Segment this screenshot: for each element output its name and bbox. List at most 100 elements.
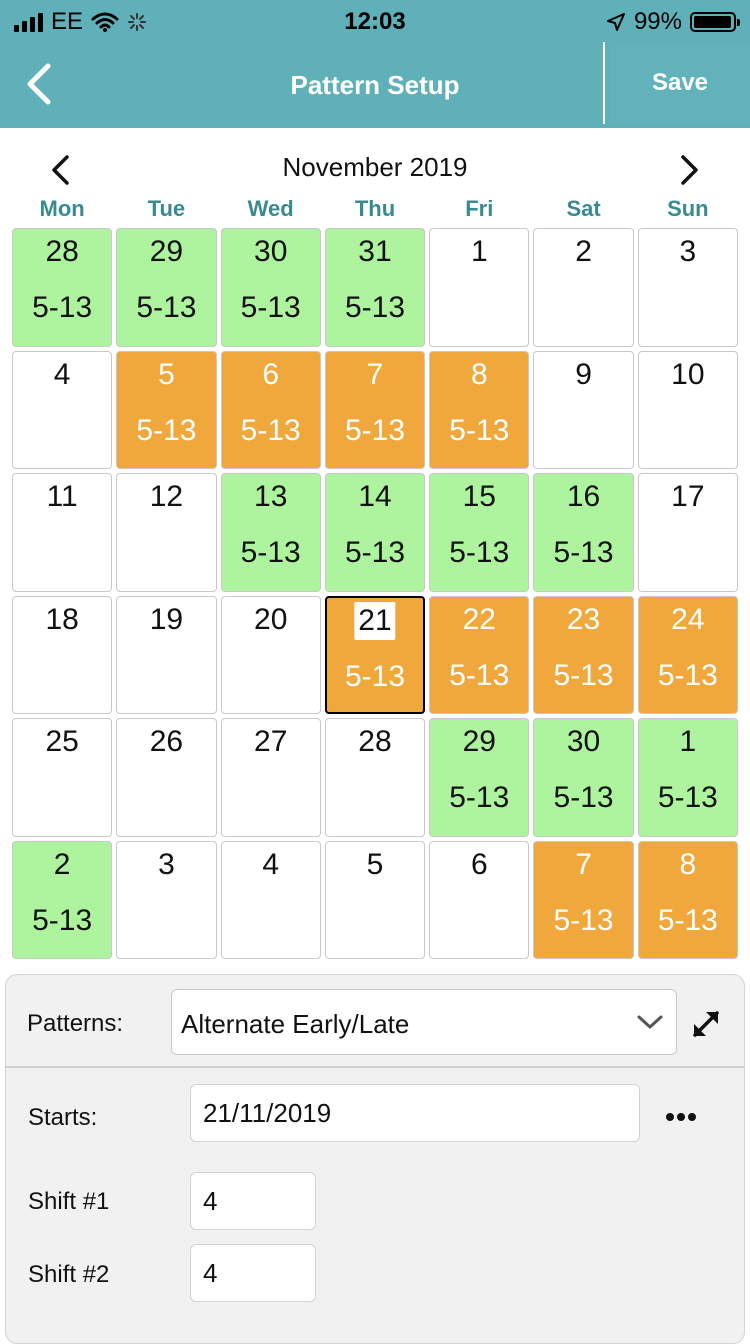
weekday-label: Tue [147, 196, 186, 221]
weekday-label: Fri [465, 196, 494, 221]
day-number: 24 [671, 602, 705, 636]
day-number: 2 [53, 847, 71, 881]
shift-label: 5-13 [344, 291, 406, 324]
calendar-day[interactable]: 18 [12, 595, 113, 714]
weekday-label: Sat [566, 196, 601, 221]
calendar-day[interactable]: 28 5-13 [12, 228, 113, 347]
day-number: 17 [671, 480, 705, 513]
day-number: 29 [149, 235, 184, 268]
shift-label: 5-13 [344, 659, 406, 693]
calendar-day[interactable]: 2 5-13 [12, 840, 113, 959]
day-number: 6 [470, 847, 488, 881]
calendar-day[interactable]: 1 5-13 [637, 718, 738, 837]
chevron-down-icon [637, 1015, 663, 1029]
calendar-day[interactable]: 2 [533, 228, 634, 347]
weekday-label: Thu [354, 196, 396, 221]
calendar-day[interactable]: 20 [220, 595, 321, 714]
day-number: 28 [358, 725, 392, 758]
day-number: 15 [462, 480, 496, 513]
calendar-day[interactable]: 10 [637, 350, 738, 469]
weekday-label: Mon [39, 196, 85, 221]
shift-label: 5-13 [240, 536, 301, 569]
more-options-button[interactable] [664, 1110, 698, 1124]
more-icon [666, 1113, 696, 1121]
calendar-day[interactable]: 6 [429, 840, 530, 959]
shift-label: 5-13 [657, 658, 718, 692]
next-month-button[interactable] [674, 154, 704, 186]
shift-label: 5-13 [240, 413, 301, 447]
shift-label: 5-13 [553, 781, 614, 814]
calendar-day[interactable]: 4 [220, 840, 321, 959]
day-number: 21 [354, 601, 396, 640]
calendar-day[interactable]: 11 [12, 473, 113, 592]
day-number: 13 [254, 480, 288, 513]
day-number: 8 [679, 847, 697, 881]
day-number: 12 [149, 480, 184, 513]
day-number: 1 [470, 235, 488, 268]
calendar-day-selected[interactable]: 21 5-13 [324, 595, 426, 714]
calendar-day[interactable]: 4 [12, 350, 113, 469]
day-number: 28 [45, 235, 79, 268]
calendar-day[interactable]: 7 5-13 [533, 840, 634, 959]
calendar-day[interactable]: 30 5-13 [220, 228, 321, 347]
day-number: 20 [254, 602, 288, 636]
shift-label: 5-13 [449, 536, 510, 569]
day-number: 25 [45, 725, 79, 758]
expand-icon [693, 1011, 719, 1037]
calendar-grid: 28 5-13 29 5-13 30 5-13 31 5-13 1 2 3 4 5 5-13 6 5-13 7 5… [10, 226, 740, 961]
shift-label: 5-13 [449, 658, 510, 692]
shift-label: 5-13 [657, 781, 718, 814]
calendar-day[interactable]: 5 [324, 840, 426, 959]
save-button[interactable]: Save [610, 42, 750, 124]
day-number: 22 [462, 602, 496, 636]
day-number: 3 [158, 847, 175, 881]
shift-label: 5-13 [449, 413, 510, 447]
patterns-label: Patterns: [27, 1010, 124, 1037]
shift-label: 5-13 [553, 658, 614, 692]
calendar-day[interactable]: 7 5-13 [324, 350, 426, 469]
day-number: 5 [366, 847, 384, 881]
day-number: 4 [53, 357, 71, 391]
day-number: 26 [149, 725, 184, 758]
calendar-day[interactable]: 22 5-13 [429, 595, 530, 714]
shift-label: 5-13 [136, 413, 197, 447]
battery-percent: 99% [633, 8, 682, 35]
calendar-day[interactable]: 3 [637, 228, 738, 347]
day-number: 14 [358, 480, 392, 513]
calendar-day[interactable]: 3 [116, 840, 217, 959]
calendar-day[interactable]: 9 [533, 350, 634, 469]
day-number: 11 [46, 480, 78, 513]
panel-divider [5, 1066, 745, 1068]
calendar-day[interactable]: 19 [116, 595, 217, 714]
calendar-day[interactable]: 6 5-13 [220, 350, 321, 469]
day-number: 2 [575, 235, 592, 268]
shift1-field[interactable] [190, 1172, 316, 1230]
calendar-day[interactable]: 1 [429, 228, 530, 347]
calendar-day[interactable]: 13 5-13 [220, 473, 321, 592]
calendar-day[interactable]: 17 [637, 473, 738, 592]
calendar-day[interactable]: 25 [12, 718, 113, 837]
calendar-day[interactable]: 31 5-13 [324, 228, 426, 347]
calendar-day[interactable]: 28 [324, 718, 426, 837]
calendar-day[interactable]: 14 5-13 [324, 473, 426, 592]
calendar-day[interactable]: 29 5-13 [116, 228, 217, 347]
calendar-day[interactable]: 24 5-13 [637, 595, 738, 714]
pattern-select[interactable]: Alternate Early/Late [171, 989, 677, 1055]
calendar-day[interactable]: 15 5-13 [429, 473, 530, 592]
calendar-day[interactable]: 30 5-13 [533, 718, 634, 837]
shift-label: 5-13 [344, 536, 406, 569]
calendar-day[interactable]: 27 [220, 718, 321, 837]
calendar-day[interactable]: 8 5-13 [429, 350, 530, 469]
calendar-day[interactable]: 5 5-13 [116, 350, 217, 469]
starts-date-field[interactable] [190, 1084, 640, 1142]
calendar-day[interactable]: 12 [116, 473, 217, 592]
shift2-field[interactable] [190, 1244, 316, 1302]
calendar-day[interactable]: 29 5-13 [429, 718, 530, 837]
calendar-day[interactable]: 16 5-13 [533, 473, 634, 592]
calendar-day[interactable]: 23 5-13 [533, 595, 634, 714]
calendar-day[interactable]: 26 [116, 718, 217, 837]
expand-button[interactable] [688, 1006, 724, 1042]
calendar-day[interactable]: 8 5-13 [637, 840, 738, 959]
shift-label: 5-13 [136, 291, 197, 324]
shift-label: 5-13 [240, 291, 301, 324]
